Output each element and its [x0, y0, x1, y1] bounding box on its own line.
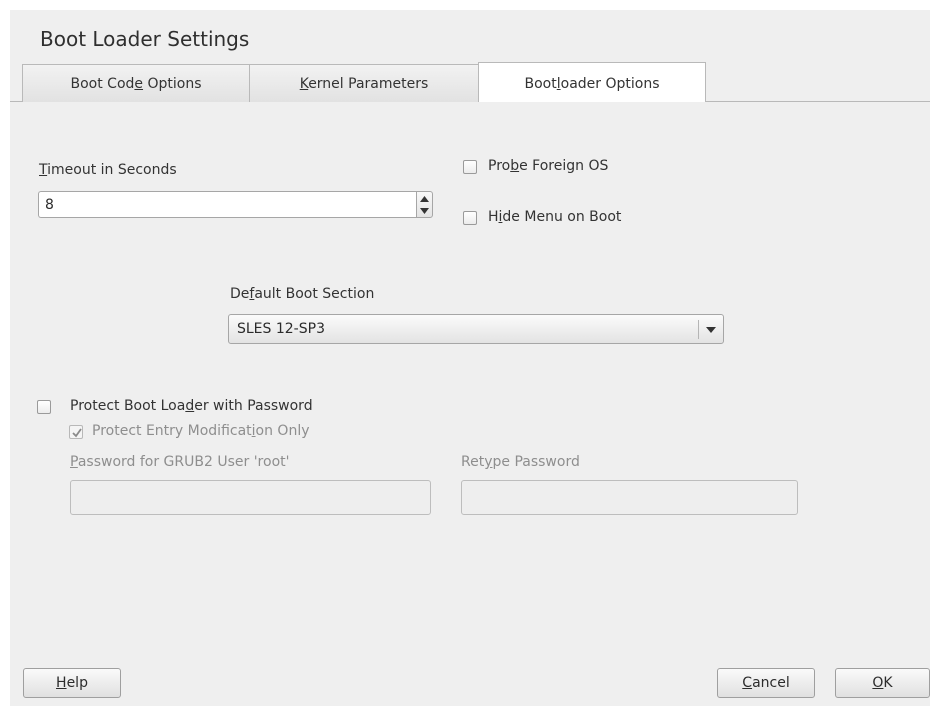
spin-up-button[interactable]: [417, 193, 432, 205]
boot-loader-settings-window: Boot Loader Settings Boot Code Options K…: [10, 10, 930, 706]
help-button[interactable]: Help: [23, 668, 121, 698]
probe-foreign-os-checkbox[interactable]: [463, 160, 477, 174]
arrow-up-icon: [420, 196, 429, 202]
grub-password-label: Password for GRUB2 User 'root': [70, 454, 290, 470]
ok-button[interactable]: OK: [835, 668, 930, 698]
window-title: Boot Loader Settings: [40, 27, 250, 51]
probe-foreign-os-label[interactable]: Probe Foreign OS: [488, 158, 608, 174]
arrow-down-icon: [420, 208, 429, 214]
chevron-down-icon: [706, 327, 716, 333]
dropdown-separator: [698, 320, 699, 339]
protect-entry-modification-checkbox[interactable]: [69, 425, 83, 439]
timeout-spinbox-buttons: [416, 191, 433, 218]
protect-with-password-label[interactable]: Protect Boot Loader with Password: [70, 398, 313, 414]
help-button-label: Help: [56, 675, 88, 691]
tab-boot-code-options[interactable]: Boot Code Options: [22, 64, 250, 102]
default-boot-section-dropdown[interactable]: SLES 12-SP3: [228, 314, 724, 344]
tab-kernel-parameters[interactable]: Kernel Parameters: [249, 64, 479, 102]
protect-with-password-checkbox[interactable]: [37, 400, 51, 414]
checkmark-icon: [72, 428, 82, 438]
grub-password-field[interactable]: [70, 480, 431, 515]
timeout-label: Timeout in Seconds: [39, 162, 177, 178]
hide-menu-on-boot-label[interactable]: Hide Menu on Boot: [488, 209, 621, 225]
tab-label: Kernel Parameters: [299, 76, 429, 92]
timeout-spinbox-input[interactable]: 8: [38, 191, 416, 218]
retype-password-field[interactable]: [461, 480, 798, 515]
cancel-button[interactable]: Cancel: [717, 668, 815, 698]
tab-label: Boot Code Options: [70, 76, 202, 92]
spin-down-button[interactable]: [417, 205, 432, 217]
ok-button-label: OK: [872, 675, 893, 691]
retype-password-label: Retype Password: [461, 454, 580, 470]
default-boot-section-label: Default Boot Section: [230, 286, 375, 302]
protect-entry-modification-label[interactable]: Protect Entry Modification Only: [92, 423, 310, 439]
cancel-button-label: Cancel: [742, 675, 790, 691]
tab-label: Bootloader Options: [524, 76, 660, 92]
dropdown-selected-value: SLES 12-SP3: [237, 321, 325, 337]
hide-menu-on-boot-checkbox[interactable]: [463, 211, 477, 225]
tab-bootloader-options[interactable]: Bootloader Options: [478, 62, 706, 102]
